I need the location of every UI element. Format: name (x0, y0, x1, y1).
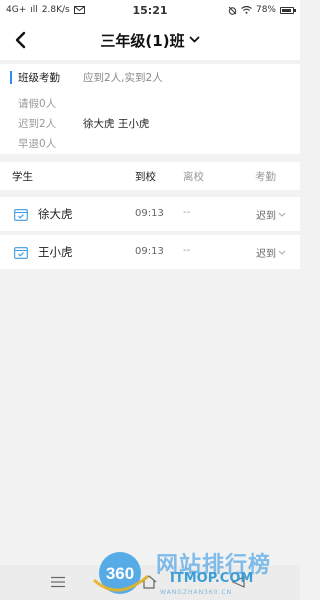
header-student: 学生 (12, 171, 33, 183)
header-attendance: 考勤 (255, 171, 276, 183)
status-left: 4G+ ıll 2.8K/s (6, 5, 85, 15)
leave-time: -- (183, 245, 191, 256)
status-bar: 4G+ ıll 2.8K/s 15:21 78% (0, 0, 300, 20)
calendar-check-icon (14, 247, 28, 259)
summary-title: 班级考勤 (18, 72, 60, 84)
arrive-time: 09:13 (135, 208, 164, 219)
nav-bar: 三年级(1)班 (0, 20, 300, 60)
battery-percent: 78% (255, 5, 276, 15)
mail-icon (73, 6, 85, 14)
wifi-icon (241, 6, 252, 14)
signal-icon: ıll (30, 5, 38, 15)
arrive-time: 09:13 (135, 246, 164, 257)
table-header: 学生 到校 离校 考勤 (0, 162, 300, 190)
network-type: 4G+ (6, 5, 27, 15)
class-selector[interactable]: 三年级(1)班 (100, 30, 199, 51)
attendance-summary: 班级考勤 应到2人,实到2人 请假0人 迟到2人 徐大虎 王小虎 早退0人 (0, 64, 300, 154)
watermark-360-logo: 360 (92, 552, 149, 594)
watermark-domain: WANGZHAN360.CN (160, 589, 233, 596)
chevron-left-icon (15, 31, 26, 49)
accent-bar (10, 71, 12, 84)
attendance-status-dropdown[interactable]: 迟到 (256, 207, 286, 222)
student-name: 徐大虎 (38, 207, 73, 221)
chevron-down-icon (278, 212, 286, 217)
header-leave: 离校 (183, 171, 204, 183)
summary-header: 班级考勤 (10, 70, 60, 85)
attendance-status: 迟到 (256, 249, 276, 260)
table-row[interactable]: 王小虎 09:13 -- 迟到 (0, 235, 300, 269)
back-button[interactable] (6, 26, 34, 54)
leave-count: 请假0人 (18, 98, 57, 110)
chevron-down-icon (189, 36, 199, 43)
chevron-down-icon (278, 250, 286, 255)
calendar-check-icon (14, 209, 28, 221)
attendance-status-dropdown[interactable]: 迟到 (256, 245, 286, 260)
menu-icon[interactable] (50, 576, 66, 588)
early-leave-count: 早退0人 (18, 138, 57, 150)
student-name: 王小虎 (38, 245, 73, 259)
battery-icon (280, 6, 296, 14)
status-right: 78% (228, 5, 296, 15)
expected-actual-count: 应到2人,实到2人 (83, 72, 163, 84)
page-title: 三年级(1)班 (100, 31, 185, 50)
alarm-off-icon (228, 6, 237, 15)
attendance-status: 迟到 (256, 211, 276, 222)
late-count: 迟到2人 (18, 118, 57, 130)
table-row[interactable]: 徐大虎 09:13 -- 迟到 (0, 197, 300, 231)
watermark-sub: ITMOP.COM (170, 571, 254, 586)
header-arrive: 到校 (135, 171, 156, 183)
watermark-logo-number: 360 (106, 564, 134, 583)
late-names: 徐大虎 王小虎 (83, 118, 150, 130)
network-speed: 2.8K/s (41, 5, 70, 15)
leave-time: -- (183, 207, 191, 218)
